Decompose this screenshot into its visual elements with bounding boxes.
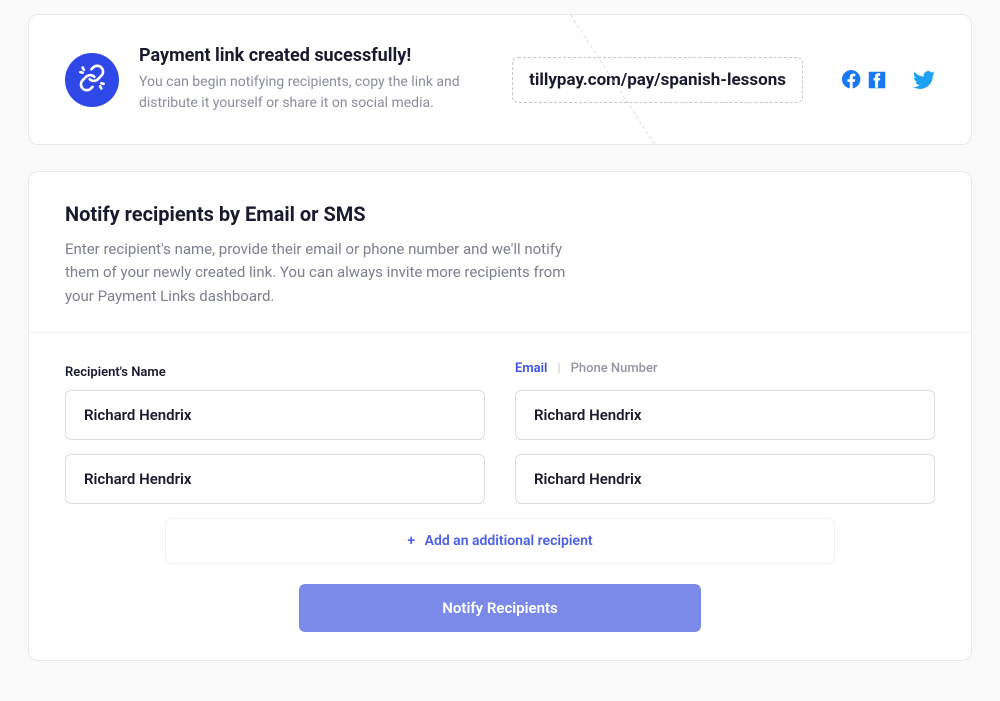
social-icons — [841, 69, 935, 91]
payment-link-box[interactable]: tillypay.com/pay/spanish-lessons — [512, 57, 803, 103]
success-desc: You can begin notifying recipients, copy… — [139, 72, 484, 114]
success-text: Payment link created sucessfully! You ca… — [139, 45, 484, 114]
toggle-phone[interactable]: Phone Number — [571, 361, 658, 376]
add-recipient-label: Add an additional recipient — [425, 533, 593, 549]
recipient-name-input[interactable] — [65, 454, 485, 504]
recipient-contact-input[interactable] — [515, 390, 935, 440]
toggle-separator: | — [557, 361, 560, 376]
recipient-contact-input[interactable] — [515, 454, 935, 504]
link-icon — [78, 64, 106, 96]
facebook-icon[interactable] — [877, 69, 899, 91]
add-recipient-button[interactable]: + Add an additional recipient — [165, 518, 835, 564]
notify-recipients-button[interactable]: Notify Recipients — [299, 584, 701, 632]
recipient-row — [65, 454, 935, 504]
notify-title: Notify recipients by Email or SMS — [65, 202, 935, 226]
plus-icon: + — [407, 533, 415, 549]
notify-card: Notify recipients by Email or SMS Enter … — [28, 171, 972, 661]
recipient-row — [65, 390, 935, 440]
recipient-name-label: Recipient's Name — [65, 365, 166, 380]
form-area: Recipient's Name Email | Phone Number — [29, 333, 971, 632]
toggle-email[interactable]: Email — [515, 361, 547, 376]
link-icon-badge — [65, 53, 119, 107]
notify-header: Notify recipients by Email or SMS Enter … — [29, 172, 971, 333]
recipient-name-input[interactable] — [65, 390, 485, 440]
twitter-icon[interactable] — [913, 69, 935, 91]
notify-desc: Enter recipient's name, provide their em… — [65, 238, 575, 308]
success-card: Payment link created sucessfully! You ca… — [28, 14, 972, 145]
facebook-icon[interactable] — [841, 69, 863, 91]
success-title: Payment link created sucessfully! — [139, 45, 484, 66]
contact-toggle: Email | Phone Number — [515, 361, 935, 376]
